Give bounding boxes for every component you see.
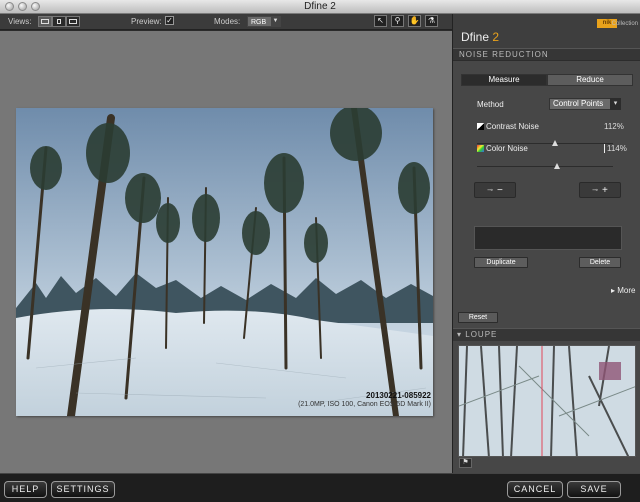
toolbar: Views: Preview: ✓ Modes: RGB ▼ ↖ ⚲ ✋ ⚗ (0, 14, 452, 30)
loupe-pin-icon[interactable]: ⚑ (459, 458, 472, 468)
mode-tabs: Measure Reduce (461, 74, 633, 86)
method-select[interactable]: Control Points ▾ (549, 98, 621, 110)
photo-preview[interactable] (16, 108, 433, 416)
settings-button[interactable]: SETTINGS (51, 481, 115, 498)
views-label: Views: (8, 17, 32, 26)
hand-icon[interactable]: ✋ (408, 15, 421, 27)
help-button[interactable]: HELP (4, 481, 47, 498)
view-side-by-side-button[interactable] (66, 16, 80, 27)
reset-button[interactable]: Reset (458, 312, 498, 323)
contrast-noise-value: 112% (604, 122, 624, 131)
control-point-icon: ⊸ (487, 187, 494, 194)
eyedropper-icon[interactable]: ⚗ (425, 15, 438, 27)
triangle-right-icon: ▸ (611, 286, 616, 295)
snowy-forest-image (16, 108, 433, 416)
color-swatch-icon (477, 145, 484, 152)
views-segmented-control (38, 16, 80, 27)
collection-label: Collection (611, 21, 638, 27)
product-name: Dfine 2 (461, 30, 499, 44)
more-label: More (617, 286, 636, 295)
minus-icon: − (497, 184, 503, 196)
color-noise-label: Color Noise (486, 144, 528, 153)
brand-header: nik Collection Dfine 2 (453, 14, 640, 48)
preview-label: Preview: (131, 17, 162, 26)
method-label: Method (477, 100, 504, 109)
arrow-icon[interactable]: ↖ (374, 15, 387, 27)
contrast-noise-label: Contrast Noise (486, 122, 539, 131)
mode-select[interactable]: RGB ▼ (247, 16, 281, 27)
remove-control-point-button[interactable]: ⊸ − (474, 182, 516, 198)
save-button[interactable]: SAVE (567, 481, 621, 498)
tab-reduce[interactable]: Reduce (547, 74, 633, 86)
tab-measure[interactable]: Measure (461, 74, 547, 86)
color-noise-slider[interactable] (477, 163, 613, 170)
plus-icon: + (602, 184, 608, 196)
loupe-view[interactable] (458, 345, 636, 457)
product-version: 2 (492, 30, 500, 44)
zoom-icon[interactable]: ⚲ (391, 15, 404, 27)
view-single-button[interactable] (38, 16, 52, 27)
triangle-down-icon: ▾ (457, 330, 466, 339)
control-panel: nik Collection Dfine 2 NOISE REDUCTION M… (452, 14, 640, 473)
color-noise-value[interactable]: 114% (604, 144, 627, 153)
loupe-image (459, 346, 635, 456)
preview-checkbox[interactable]: ✓ (165, 16, 174, 25)
title-bar: Dfine 2 (0, 0, 640, 14)
slider-handle[interactable] (554, 163, 560, 169)
window-title: Dfine 2 (304, 1, 336, 12)
control-point-icon: ⊸ (592, 187, 599, 194)
contrast-swatch-icon (477, 123, 484, 130)
method-select-value: Control Points (553, 99, 604, 108)
delete-button[interactable]: Delete (579, 257, 621, 268)
cancel-button[interactable]: CANCEL (507, 481, 563, 498)
loupe-title: LOUPE (465, 330, 498, 339)
photo-metadata: (21.0MP, ISO 100, Canon EOS 5D Mark II) (298, 401, 431, 408)
mode-select-value: RGB (251, 19, 267, 26)
image-canvas[interactable]: 20130221-085922 (21.0MP, ISO 100, Canon … (0, 31, 452, 473)
duplicate-button[interactable]: Duplicate (474, 257, 528, 268)
bottom-bar: HELP SETTINGS CANCEL SAVE (0, 473, 640, 502)
add-control-point-button[interactable]: ⊸ + (579, 182, 621, 198)
modes-label: Modes: (214, 17, 241, 26)
slider-handle[interactable] (552, 140, 558, 146)
more-toggle[interactable]: ▸ More (611, 286, 635, 295)
product-name-text: Dfine (461, 30, 490, 44)
view-split-button[interactable] (52, 16, 66, 27)
slider-track (477, 166, 613, 167)
control-points-list[interactable] (474, 226, 622, 250)
chevron-down-icon: ▾ (610, 98, 621, 110)
chevron-down-icon: ▼ (271, 17, 280, 26)
noise-reduction-header[interactable]: NOISE REDUCTION (453, 48, 640, 61)
photo-filename: 20130221-085922 (366, 391, 431, 400)
loupe-header[interactable]: ▾ LOUPE (453, 328, 640, 341)
